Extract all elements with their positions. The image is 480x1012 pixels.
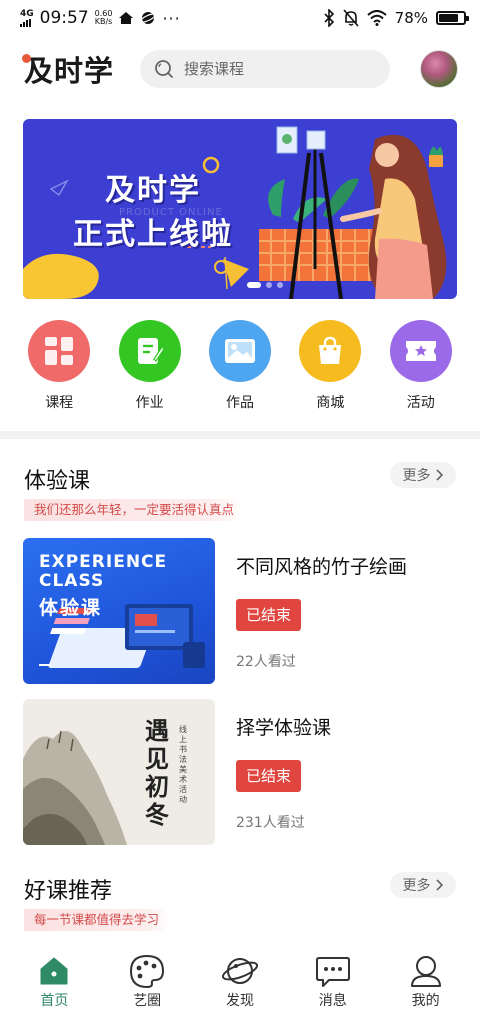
trial-section-title: 体验课 (24, 469, 91, 494)
course-card[interactable]: EXPERIENCE CLASS 体验课 不同风格的竹子绘画 已结束 22人看过 (23, 538, 457, 684)
trial-section-tagline: 我们还那么年轻，一定要活得认真点 (24, 499, 245, 521)
status-bar: 4G 09:57 0.60 KB/s ··· 78% (0, 0, 480, 36)
nav-messages[interactable]: 消息 (298, 952, 368, 1012)
user-icon (406, 952, 446, 990)
banner-carousel[interactable]: 及时学 PRODUCT ONLINE 正式上线啦 (23, 119, 457, 299)
bluetooth-icon (324, 9, 334, 27)
thumbnail-text-line3: 体验课 (39, 597, 103, 619)
homework-icon (118, 320, 181, 382)
app-logo[interactable]: 及时学 (22, 48, 115, 90)
course-views: 22人看过 (236, 654, 296, 670)
search-input[interactable] (184, 60, 365, 78)
quick-item-label: 作业 (135, 395, 164, 411)
banner-title-line2: 正式上线啦 (73, 217, 233, 252)
home-status-icon (119, 12, 134, 24)
course-title[interactable]: 不同风格的竹子绘画 (236, 552, 407, 579)
trial-more-button[interactable]: 更多 (390, 462, 456, 488)
search-bar[interactable] (140, 50, 391, 88)
search-icon (155, 60, 173, 78)
quick-item-activity[interactable]: 活动 (381, 320, 461, 420)
nav-profile[interactable]: 我的 (391, 952, 461, 1012)
carousel-dot[interactable] (277, 282, 283, 288)
course-title[interactable]: 择学体验课 (236, 713, 331, 740)
nav-label: 发现 (225, 993, 254, 1009)
mute-bell-icon (343, 9, 359, 27)
course-thumbnail: EXPERIENCE CLASS 体验课 (23, 538, 215, 684)
signal-bars-icon (20, 18, 31, 27)
section-divider (0, 431, 480, 439)
network-speed: 0.60 KB/s (95, 10, 113, 26)
network-type: 4G (20, 8, 34, 19)
thumbnail-calligraphy-subtitle: 线上书法美术活动 (179, 725, 187, 804)
quick-item-courses[interactable]: 课程 (19, 320, 99, 420)
wifi-icon (366, 10, 387, 26)
home-icon (34, 952, 74, 990)
chevron-right-icon (435, 469, 443, 481)
network-speed-unit: KB/s (94, 17, 113, 26)
quick-item-mall[interactable]: 商城 (290, 320, 370, 420)
quick-item-homework[interactable]: 作业 (110, 320, 190, 420)
nav-label: 艺圈 (133, 993, 162, 1009)
message-icon (313, 952, 353, 990)
nav-art-circle[interactable]: 艺圈 (112, 952, 182, 1012)
battery-icon (436, 11, 469, 25)
shopping-bag-icon (299, 320, 362, 382)
recommend-section-tagline: 每一节课都值得去学习 (24, 909, 170, 931)
course-views: 231人看过 (236, 815, 305, 831)
header: 及时学 (0, 44, 480, 94)
quick-item-label: 作品 (225, 395, 254, 411)
logo-dot (22, 54, 31, 63)
course-card[interactable]: 遇见初冬 线上书法美术活动 择学体验课 已结束 231人看过 (23, 699, 457, 845)
battery-percent: 78% (394, 9, 428, 27)
quick-item-works[interactable]: 作品 (200, 320, 280, 420)
status-right: 78% (323, 9, 469, 27)
planet-status-icon (140, 12, 157, 24)
course-thumbnail: 遇见初冬 线上书法美术活动 (23, 699, 215, 845)
carousel-dots (247, 282, 283, 288)
quick-item-label: 课程 (45, 395, 74, 411)
nav-label: 消息 (318, 993, 347, 1009)
quick-item-label: 商城 (316, 395, 345, 411)
status-badge: 已结束 (236, 760, 302, 792)
more-status-icon: ··· (162, 8, 181, 28)
avatar[interactable] (420, 50, 458, 88)
carousel-dot[interactable] (266, 282, 272, 288)
nav-home[interactable]: 首页 (19, 952, 89, 1012)
status-left: 4G 09:57 0.60 KB/s ··· (20, 8, 181, 28)
grid-icon (28, 320, 91, 382)
planet-icon (220, 952, 260, 990)
palette-icon (127, 952, 167, 990)
recommend-section-title: 好课推荐 (24, 879, 113, 904)
bottom-nav: 首页 艺圈 发现 消息 我的 (0, 944, 480, 1012)
clock: 09:57 (39, 8, 89, 28)
more-label: 更多 (402, 878, 431, 894)
chevron-right-icon (435, 879, 443, 891)
thumbnail-text-line1: EXPERIENCE (39, 552, 168, 572)
status-badge: 已结束 (236, 599, 302, 631)
nav-label: 首页 (40, 993, 69, 1009)
logo-text: 及时学 (24, 54, 115, 88)
quick-item-label: 活动 (406, 395, 435, 411)
nav-label: 我的 (411, 993, 440, 1009)
signal-indicator: 4G (20, 8, 34, 27)
battery-fill (439, 14, 458, 22)
thumbnail-calligraphy-title: 遇见初冬 (145, 716, 169, 829)
image-icon (208, 320, 271, 382)
nav-discover[interactable]: 发现 (205, 952, 275, 1012)
more-label: 更多 (402, 468, 431, 484)
thumbnail-text-line2: CLASS (39, 571, 105, 591)
recommend-more-button[interactable]: 更多 (390, 872, 456, 898)
quick-menu: 课程 作业 作品 商城 活动 (0, 320, 480, 420)
carousel-dot[interactable] (247, 282, 261, 288)
ticket-icon (389, 320, 452, 382)
banner-title-line1: 及时学 (105, 173, 201, 208)
